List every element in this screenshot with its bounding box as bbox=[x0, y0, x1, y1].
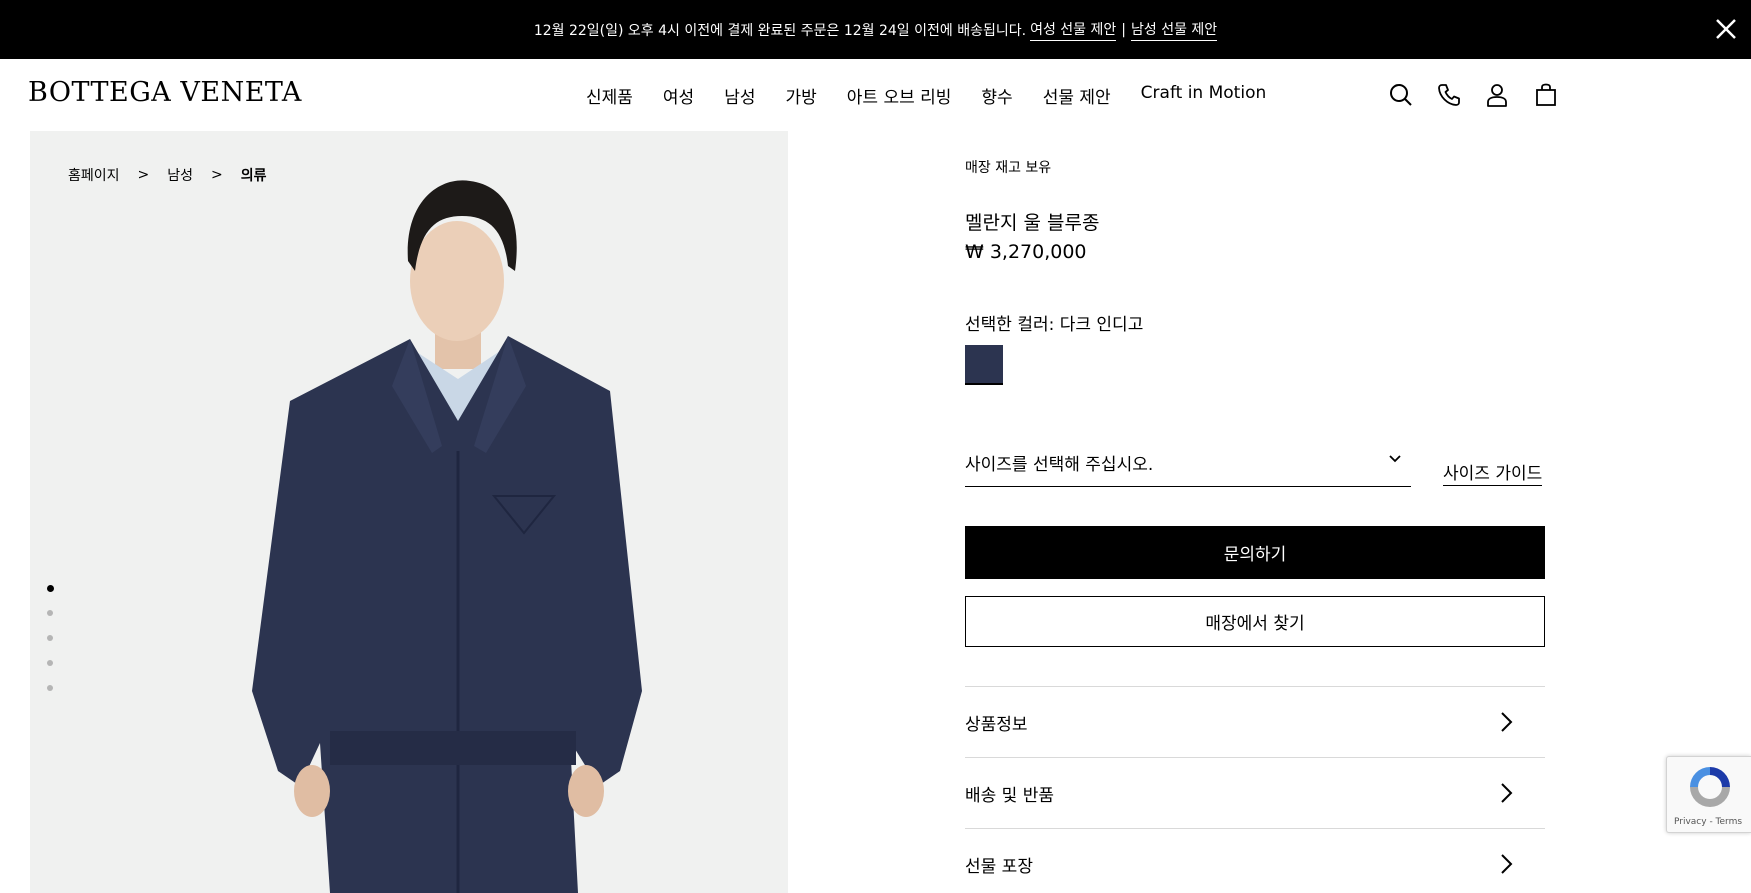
gallery-dot[interactable] bbox=[47, 635, 53, 641]
phone-icon bbox=[1438, 84, 1460, 106]
breadcrumb-separator: > bbox=[211, 167, 223, 183]
link-men-gifts[interactable]: 남성 선물 제안 bbox=[1130, 19, 1218, 41]
close-announcement-button[interactable] bbox=[1711, 14, 1741, 44]
search-icon bbox=[1390, 84, 1412, 106]
phone-button[interactable] bbox=[1435, 81, 1463, 109]
color-swatch[interactable] bbox=[965, 345, 1003, 383]
availability-text: 매장 재고 보유 bbox=[965, 160, 1052, 176]
product-name: 멜란지 울 블루종 bbox=[965, 212, 1100, 234]
accordion-gift-wrapping[interactable]: 선물 포장 bbox=[965, 828, 1545, 893]
shopping-bag-button[interactable] bbox=[1532, 81, 1560, 109]
brand-logo[interactable]: BOTTEGA VENETA bbox=[28, 77, 302, 108]
breadcrumb-clothing: 의류 bbox=[240, 168, 267, 184]
chevron-right-icon bbox=[1501, 712, 1513, 732]
announcement-separator: | bbox=[1121, 21, 1126, 38]
nav-item-new[interactable]: 신제품 bbox=[586, 83, 633, 108]
gallery-dot[interactable] bbox=[46, 585, 54, 592]
nav-item-art-of-living[interactable]: 아트 오브 리빙 bbox=[847, 83, 952, 108]
chevron-right-icon bbox=[1501, 783, 1513, 803]
accordion-label: 배송 및 반품 bbox=[965, 785, 1055, 806]
recaptcha-badge[interactable]: Privacy - Terms bbox=[1666, 756, 1751, 833]
accordion-product-details[interactable]: 상품정보 bbox=[965, 686, 1545, 757]
size-select[interactable]: 사이즈를 선택해 주십시오. bbox=[965, 439, 1411, 487]
product-gallery[interactable]: 홈페이지 > 남성 > 의류 bbox=[30, 131, 788, 893]
chevron-right-icon bbox=[1501, 854, 1513, 874]
breadcrumb-separator: > bbox=[137, 167, 150, 183]
gallery-dot[interactable] bbox=[47, 610, 53, 616]
account-button[interactable] bbox=[1483, 81, 1511, 109]
accordion-label: 상품정보 bbox=[965, 714, 1028, 735]
gallery-dot[interactable] bbox=[47, 660, 53, 666]
announcement-bar: 12월 22일(일) 오후 4시 이전에 결제 완료된 주문은 12월 24일 … bbox=[0, 0, 1751, 59]
inquiry-button[interactable]: 문의하기 bbox=[965, 526, 1545, 579]
find-in-store-button[interactable]: 매장에서 찾기 bbox=[965, 596, 1545, 647]
announcement-text: 12월 22일(일) 오후 4시 이전에 결제 완료된 주문은 12월 24일 … bbox=[533, 22, 1027, 39]
selected-color-label: 선택한 컬러: 다크 인디고 bbox=[965, 315, 1144, 335]
nav-item-men[interactable]: 남성 bbox=[724, 83, 755, 108]
recaptcha-links[interactable]: Privacy - Terms bbox=[1674, 817, 1742, 827]
breadcrumb: 홈페이지 > 남성 > 의류 bbox=[68, 165, 267, 185]
size-guide-link[interactable]: 사이즈 가이드 bbox=[1443, 459, 1543, 486]
size-select-placeholder: 사이즈를 선택해 주십시오. bbox=[965, 455, 1154, 475]
link-women-gifts[interactable]: 여성 선물 제안 bbox=[1030, 19, 1117, 41]
site-header: BOTTEGA VENETA 신제품 여성 남성 가방 아트 오브 리빙 향수 … bbox=[0, 59, 1751, 131]
search-button[interactable] bbox=[1387, 81, 1415, 109]
account-icon bbox=[1487, 84, 1507, 107]
breadcrumb-men[interactable]: 남성 bbox=[167, 165, 193, 185]
product-image bbox=[252, 180, 642, 893]
gallery-dot[interactable] bbox=[47, 685, 53, 691]
recaptcha-icon bbox=[1690, 767, 1730, 807]
close-icon bbox=[1716, 19, 1736, 39]
swatch-selected-indicator bbox=[965, 383, 1003, 385]
nav-item-fragrance[interactable]: 향수 bbox=[981, 83, 1012, 108]
breadcrumb-home[interactable]: 홈페이지 bbox=[68, 165, 120, 185]
nav-item-craft-in-motion[interactable]: Craft in Motion bbox=[1141, 83, 1267, 108]
product-price: ₩ 3,270,000 bbox=[965, 241, 1087, 263]
accordion-label: 선물 포장 bbox=[965, 856, 1033, 877]
bag-icon bbox=[1536, 83, 1556, 106]
nav-item-women[interactable]: 여성 bbox=[663, 83, 694, 108]
chevron-down-icon bbox=[1389, 454, 1401, 462]
main-nav: 신제품 여성 남성 가방 아트 오브 리빙 향수 선물 제안 Craft in … bbox=[586, 83, 1296, 108]
accordion-shipping-returns[interactable]: 배송 및 반품 bbox=[965, 757, 1545, 828]
nav-item-bags[interactable]: 가방 bbox=[785, 83, 816, 108]
nav-item-gifts[interactable]: 선물 제안 bbox=[1043, 83, 1111, 108]
